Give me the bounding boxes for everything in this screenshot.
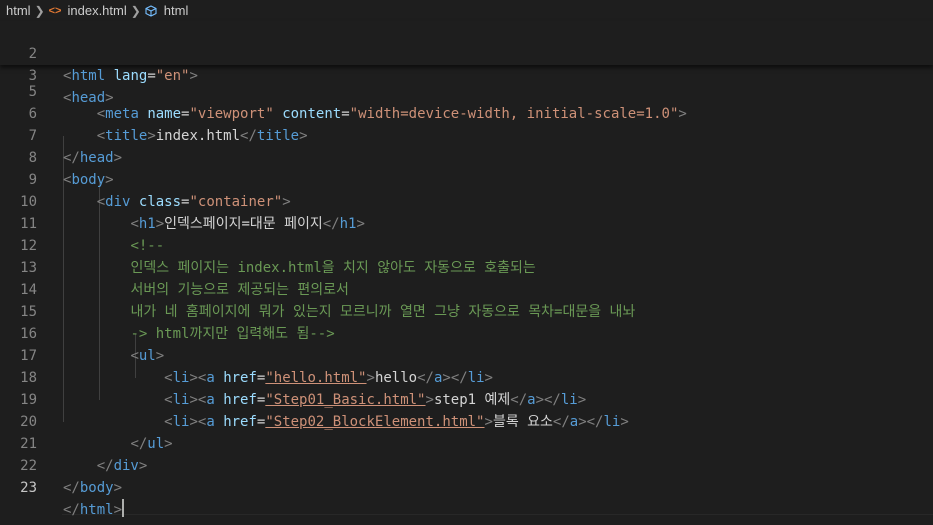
code-line[interactable]: 21 </div>: [0, 411, 933, 474]
code-line[interactable]: 7 </head>: [0, 103, 933, 166]
code-editor[interactable]: 5 <meta name="viewport" content="width=d…: [0, 59, 933, 525]
code-line[interactable]: 17 <li><a href="hello.html">hello</a></l…: [0, 323, 933, 386]
chevron-right-icon: ❯: [34, 3, 45, 18]
code-line[interactable]: 22 </body>: [0, 433, 933, 496]
breadcrumb: html ❯ <> index.html ❯ html: [0, 0, 933, 21]
html-file-icon: <>: [48, 4, 62, 17]
code-line[interactable]: 13 서버의 기능으로 제공되는 편의로서: [0, 235, 933, 298]
attr-name: lang: [113, 68, 148, 84]
code-line[interactable]: 14 내가 네 홈페이지에 뭐가 있는지 모르니까 열면 그냥 자동으로 목차=…: [0, 257, 933, 320]
sticky-scroll-header: 2 <html lang="en"> 3 <head>: [0, 21, 933, 106]
tag-name: html: [71, 68, 106, 84]
code-line[interactable]: 15 -> html까지만 입력해도 됨-->: [0, 279, 933, 342]
chevron-right-icon: ❯: [130, 3, 141, 18]
tag-name: head: [71, 90, 106, 106]
code-line[interactable]: 19 <li><a href="Step02_BlockElement.html…: [0, 367, 933, 430]
code-line[interactable]: 16 <ul>: [0, 301, 933, 364]
line-number: 3: [28, 68, 37, 84]
current-line-highlight: [62, 514, 933, 525]
code-line[interactable]: 11 <!--: [0, 191, 933, 254]
code-line[interactable]: 10 <h1>인덱스페이지=대문 페이지</h1>: [0, 169, 933, 232]
breadcrumb-symbol[interactable]: html: [164, 3, 189, 18]
code-line[interactable]: 8 <body>: [0, 125, 933, 188]
sticky-line[interactable]: 2 <html lang="en">: [0, 21, 933, 84]
breadcrumb-folder[interactable]: html: [6, 3, 31, 18]
code-line[interactable]: 12 인덱스 페이지는 index.html을 치지 않아도 자동으로 호출되는: [0, 213, 933, 276]
text-cursor: [122, 499, 125, 517]
sticky-line[interactable]: 3 <head>: [0, 43, 933, 106]
code-line[interactable]: 18 <li><a href="Step01_Basic.html">step1…: [0, 345, 933, 408]
code-line-active[interactable]: 23 </html>: [0, 455, 933, 518]
symbol-cube-icon: [145, 4, 157, 17]
code-line[interactable]: 9 <div class="container">: [0, 147, 933, 210]
attr-value: "en": [155, 68, 190, 84]
tag-name: body: [79, 480, 114, 496]
code-line[interactable]: 20 </ul>: [0, 389, 933, 452]
line-number: 23: [20, 480, 37, 496]
tag-name: html: [79, 502, 114, 518]
breadcrumb-file[interactable]: index.html: [67, 3, 126, 18]
